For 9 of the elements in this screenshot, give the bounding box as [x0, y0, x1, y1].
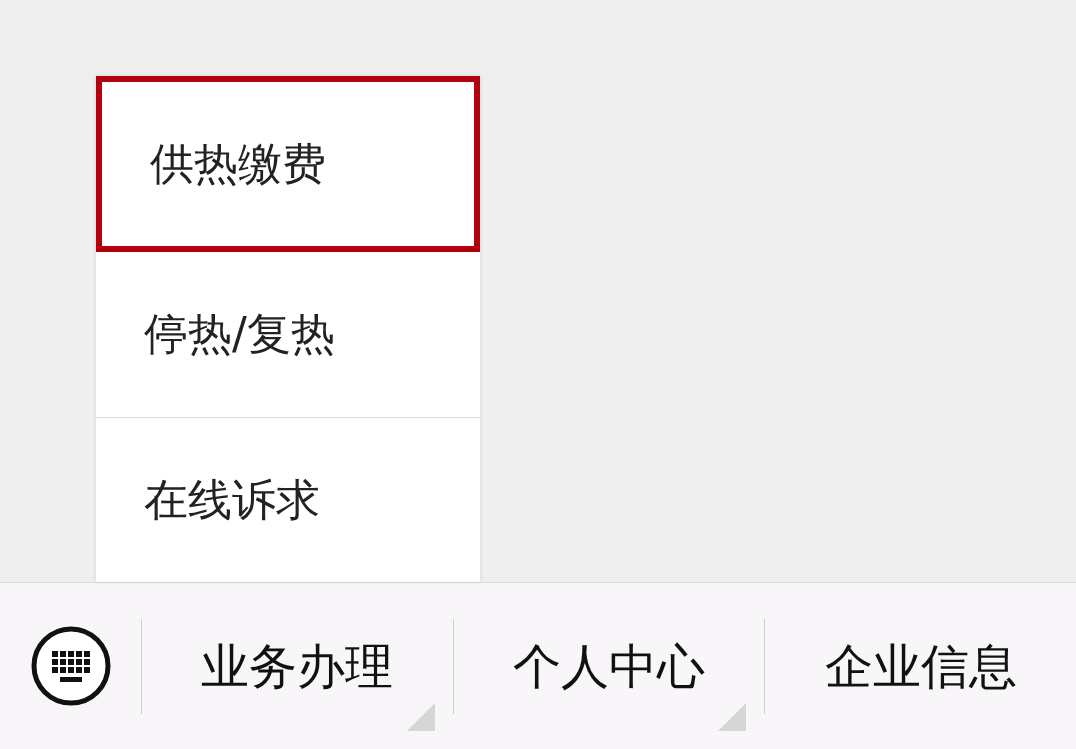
corner-triangle-icon — [718, 703, 747, 731]
menu-tab[interactable]: 业务办理 — [142, 583, 453, 749]
menu-item[interactable]: 停热/复热 — [96, 252, 480, 417]
keyboard-icon[interactable] — [29, 625, 112, 707]
corner-triangle-icon — [406, 703, 435, 731]
menu-item[interactable]: 供热缴费 — [96, 76, 480, 253]
menu-tab[interactable]: 企业信息 — [765, 583, 1076, 749]
menu-item[interactable]: 在线诉求 — [96, 416, 480, 582]
menu-tab[interactable]: 个人中心 — [453, 583, 765, 749]
